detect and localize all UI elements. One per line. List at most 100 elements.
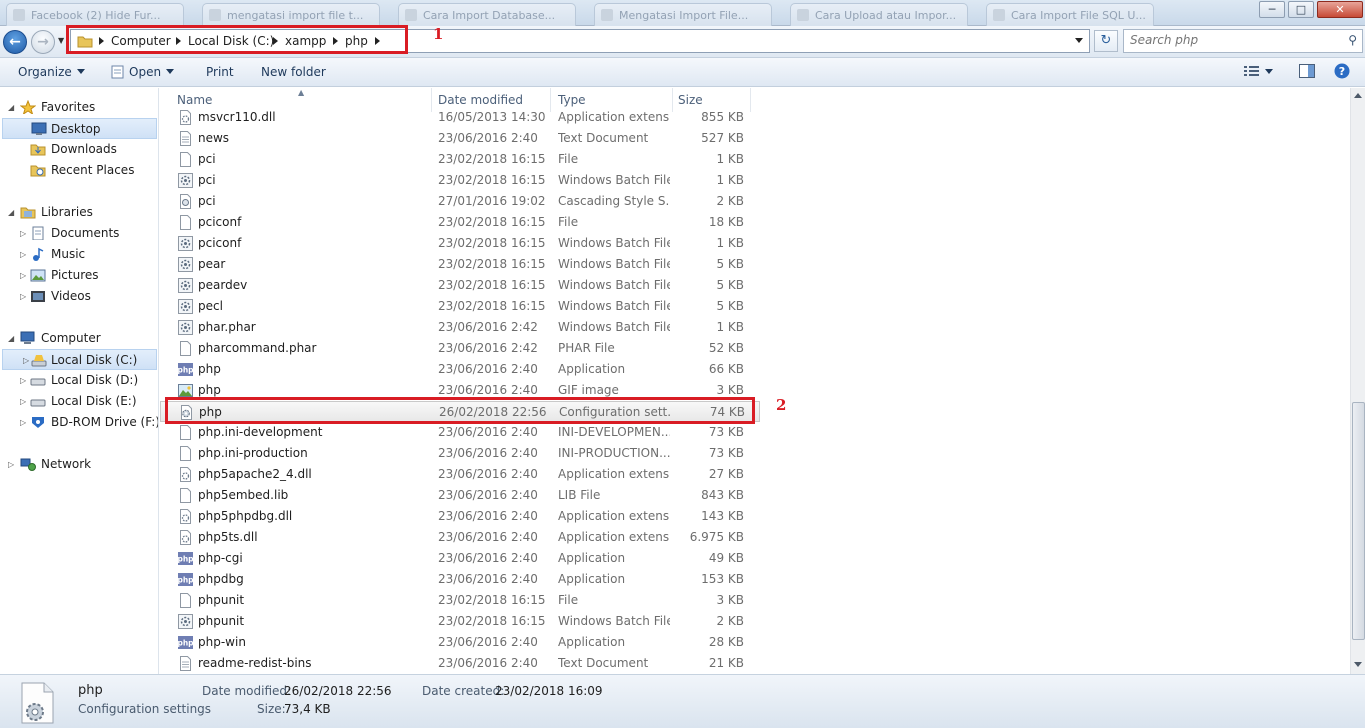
refresh-button[interactable]: ↻ bbox=[1094, 30, 1118, 52]
scroll-up-icon[interactable] bbox=[1354, 93, 1362, 98]
search-box[interactable]: ⚲ bbox=[1123, 29, 1363, 53]
file-icon bbox=[180, 488, 191, 503]
search-input[interactable] bbox=[1130, 33, 1330, 47]
scrollbar-thumb[interactable] bbox=[1352, 402, 1365, 640]
file-icon bbox=[180, 425, 191, 440]
file-type: INI-DEVELOPMEN... bbox=[558, 425, 670, 439]
open-button[interactable]: Open bbox=[110, 63, 175, 83]
dll-file-icon bbox=[180, 509, 191, 524]
vertical-scrollbar[interactable] bbox=[1350, 88, 1365, 674]
expanded-arrow-icon[interactable]: ◢ bbox=[8, 97, 14, 118]
file-row[interactable]: peardev 23/02/2018 16:15 Windows Batch Fil… bbox=[160, 275, 760, 296]
nav-label: Libraries bbox=[41, 205, 93, 219]
file-name: peardev bbox=[198, 278, 248, 292]
file-name: php bbox=[198, 362, 221, 376]
file-name: php5embed.lib bbox=[198, 488, 289, 502]
collapsed-arrow-icon[interactable]: ▷ bbox=[23, 350, 29, 371]
file-row[interactable]: pci 23/02/2018 16:15 Windows Batch File 1 K… bbox=[160, 170, 760, 191]
file-size: 5 KB bbox=[716, 257, 744, 271]
file-row[interactable]: pecl 23/02/2018 16:15 Windows Batch File 5 … bbox=[160, 296, 760, 317]
file-name: php-cgi bbox=[198, 551, 243, 565]
view-options-button[interactable] bbox=[1244, 63, 1273, 83]
file-row[interactable]: pciconf 23/02/2018 16:15 File 18 KB bbox=[160, 212, 760, 233]
file-row[interactable]: php phpdbg 23/06/2016 2:40 Application 153 K… bbox=[160, 569, 760, 590]
help-button[interactable]: ? bbox=[1334, 63, 1350, 83]
preview-pane-button[interactable] bbox=[1299, 63, 1315, 83]
file-date-modified: 23/06/2016 2:42 bbox=[438, 341, 538, 355]
file-size: 5 KB bbox=[716, 278, 744, 292]
file-type: Application bbox=[558, 635, 626, 649]
file-row[interactable]: news 23/06/2016 2:40 Text Document 527 KB bbox=[160, 128, 760, 149]
file-row[interactable]: readme-redist-bins 23/06/2016 2:40 Text Do… bbox=[160, 653, 760, 674]
file-date-modified: 23/06/2016 2:40 bbox=[438, 635, 538, 649]
documents-icon bbox=[32, 226, 44, 240]
collapsed-arrow-icon[interactable]: ▷ bbox=[20, 391, 26, 412]
browser-tab[interactable]: mengatasi import file t... bbox=[202, 3, 380, 26]
nav-desktop[interactable]: Desktop bbox=[2, 118, 157, 139]
file-row[interactable]: php php-win 23/06/2016 2:40 Application 28 K… bbox=[160, 632, 760, 653]
new-folder-button[interactable]: New folder bbox=[261, 63, 326, 83]
computer-icon bbox=[20, 331, 35, 344]
file-row[interactable]: pci 27/01/2016 19:02 Cascading Style S... 2… bbox=[160, 191, 760, 212]
file-row[interactable]: pharcommand.phar 23/06/2016 2:42 PHAR File… bbox=[160, 338, 760, 359]
file-date-modified: 23/02/2018 16:15 bbox=[438, 278, 546, 292]
print-button[interactable]: Print bbox=[206, 63, 234, 83]
maximize-button[interactable]: □ bbox=[1288, 1, 1314, 18]
collapsed-arrow-icon[interactable]: ▷ bbox=[20, 223, 26, 244]
expanded-arrow-icon[interactable]: ◢ bbox=[8, 328, 14, 349]
forward-button[interactable]: → bbox=[31, 30, 55, 54]
file-date-modified: 16/05/2013 14:30 bbox=[438, 110, 546, 124]
file-row[interactable]: php5apache2_4.dll 23/06/2016 2:40 Applicat… bbox=[160, 464, 760, 485]
navigation-pane: ◢ Favorites Desktop Downloads Recent Pla… bbox=[0, 88, 159, 674]
search-icon[interactable]: ⚲ bbox=[1348, 33, 1357, 47]
back-button[interactable]: ← bbox=[3, 30, 27, 54]
file-row[interactable]: php5embed.lib 23/06/2016 2:40 LIB File 843 … bbox=[160, 485, 760, 506]
browser-tab[interactable]: Mengatasi Import File... bbox=[594, 3, 772, 26]
file-row[interactable]: php php-cgi 23/06/2016 2:40 Application 49 K… bbox=[160, 548, 760, 569]
nav-local-disk-c[interactable]: ▷ Local Disk (C:) bbox=[2, 349, 157, 370]
minimize-button[interactable]: ─ bbox=[1259, 1, 1285, 18]
browser-tab[interactable]: Cara Upload atau Impor... bbox=[790, 3, 968, 26]
browser-tab[interactable]: Facebook (2) Hide Fur... bbox=[6, 3, 184, 26]
browser-tab[interactable]: Cara Import Database... bbox=[398, 3, 576, 26]
file-row[interactable]: pci 23/02/2018 16:15 File 1 KB bbox=[160, 149, 760, 170]
scroll-down-icon[interactable] bbox=[1354, 662, 1362, 667]
collapsed-arrow-icon[interactable]: ▷ bbox=[20, 412, 26, 433]
organize-button[interactable]: Organize bbox=[18, 63, 85, 83]
file-row[interactable]: pear 23/02/2018 16:15 Windows Batch File 5 … bbox=[160, 254, 760, 275]
expanded-arrow-icon[interactable]: ◢ bbox=[8, 202, 14, 223]
collapsed-arrow-icon[interactable]: ▷ bbox=[20, 244, 26, 265]
file-size: 153 KB bbox=[701, 572, 744, 586]
file-type: Windows Batch File bbox=[558, 236, 670, 250]
file-row[interactable]: phar.phar 23/06/2016 2:42 Windows Batch Fi… bbox=[160, 317, 760, 338]
file-type: File bbox=[558, 593, 579, 607]
recent-pages-dropdown-icon[interactable]: ▼ bbox=[58, 36, 64, 45]
address-dropdown-icon[interactable] bbox=[1075, 38, 1083, 43]
star-icon bbox=[20, 100, 36, 114]
file-row[interactable]: php5ts.dll 23/06/2016 2:40 Application ext… bbox=[160, 527, 760, 548]
file-date-modified: 23/06/2016 2:40 bbox=[438, 656, 538, 670]
file-name: php-win bbox=[198, 635, 246, 649]
collapsed-arrow-icon[interactable]: ▷ bbox=[20, 370, 26, 391]
dll-file-icon bbox=[180, 530, 191, 545]
collapsed-arrow-icon[interactable]: ▷ bbox=[20, 286, 26, 307]
file-row[interactable]: php.ini-production 23/06/2016 2:40 INI-PRO… bbox=[160, 443, 760, 464]
file-row[interactable]: php.ini-development 23/06/2016 2:40 INI-DE… bbox=[160, 422, 760, 443]
file-date-modified: 23/06/2016 2:40 bbox=[438, 425, 538, 439]
details-view-icon bbox=[1244, 66, 1259, 76]
file-row[interactable]: phpunit 23/02/2018 16:15 File 3 KB bbox=[160, 590, 760, 611]
file-row[interactable]: phpunit 23/02/2018 16:15 Windows Batch Fil… bbox=[160, 611, 760, 632]
collapsed-arrow-icon[interactable]: ▷ bbox=[8, 454, 14, 475]
file-size: 5 KB bbox=[716, 299, 744, 313]
file-row[interactable]: php5phpdbg.dll 23/06/2016 2:40 Application… bbox=[160, 506, 760, 527]
file-size: 6.975 KB bbox=[689, 530, 744, 544]
browser-tab[interactable]: Cara Import File SQL U... bbox=[986, 3, 1154, 26]
file-row[interactable]: msvcr110.dll 16/05/2013 14:30 Application … bbox=[160, 107, 760, 128]
file-name: pecl bbox=[198, 299, 223, 313]
file-row[interactable]: pciconf 23/02/2018 16:15 Windows Batch Fil… bbox=[160, 233, 760, 254]
collapsed-arrow-icon[interactable]: ▷ bbox=[20, 265, 26, 286]
browser-tab-label: Cara Import Database... bbox=[423, 9, 556, 22]
close-button[interactable]: ✕ bbox=[1317, 1, 1363, 18]
file-row[interactable]: php php 23/06/2016 2:40 Application 66 KB bbox=[160, 359, 760, 380]
file-size: 73 KB bbox=[708, 446, 744, 460]
